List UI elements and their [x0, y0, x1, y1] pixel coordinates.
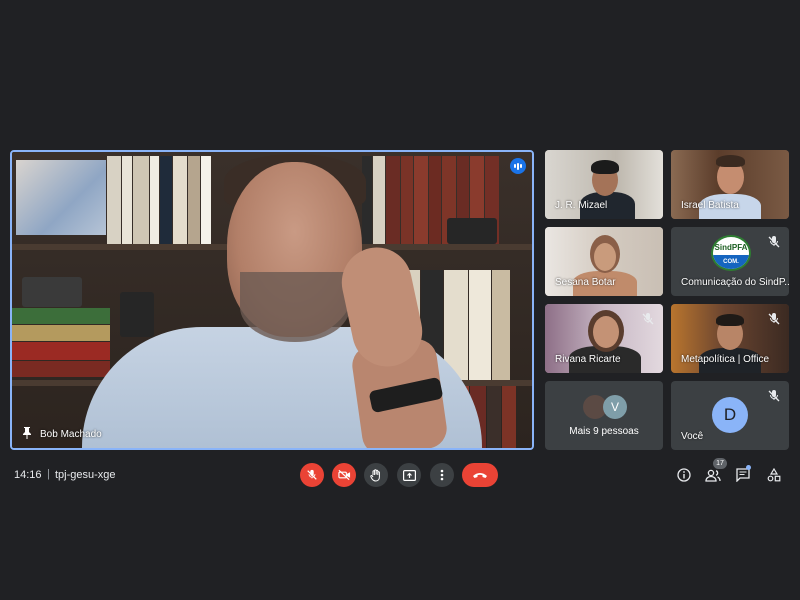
participant-name: J. R. Mizael [555, 200, 608, 211]
sindpfa-logo: SindPFA COM. [711, 235, 751, 271]
more-options-button[interactable] [430, 463, 454, 487]
participant-tile[interactable]: Israel Batista [671, 150, 789, 219]
present-screen-button[interactable] [397, 463, 421, 487]
participant-face [593, 316, 619, 348]
more-participants-label: Mais 9 pessoas [569, 426, 639, 437]
more-participants-tile[interactable]: V Mais 9 pessoas [545, 381, 663, 450]
activities-icon [767, 468, 781, 482]
participant-tile[interactable]: SindPFA COM. Comunicação do SindP... [671, 227, 789, 296]
mic-off-icon [307, 469, 317, 480]
activities-button[interactable] [765, 466, 783, 484]
meeting-time: 14:16 [14, 469, 42, 481]
participant-face [594, 243, 616, 271]
camera-off-icon [337, 469, 350, 481]
separator: | [47, 468, 50, 480]
participant-hair [591, 160, 619, 174]
participant-name: Bob Machado [40, 429, 102, 440]
speaker-beard [240, 272, 350, 342]
more-options-icon [440, 469, 444, 481]
logo-text: SindPFA [714, 243, 748, 252]
participant-name: Metapolítica | Office [681, 354, 770, 365]
pin-icon[interactable] [22, 427, 32, 439]
speaking-indicator-icon [510, 158, 526, 174]
mic-muted-icon [642, 313, 654, 325]
participant-name: Rivana Ricarte [555, 354, 621, 365]
info-icon [677, 468, 691, 482]
main-speaker-tile[interactable]: Bob Machado [10, 150, 534, 450]
mic-muted-icon [768, 236, 780, 248]
participant-tile[interactable]: Sesana Botar [545, 227, 663, 296]
logo-subtext: COM. [713, 255, 749, 269]
raise-hand-icon [370, 468, 380, 482]
self-avatar: D [712, 397, 748, 433]
mic-muted-icon [768, 313, 780, 325]
chat-icon [736, 468, 750, 482]
participant-avatar: V [603, 395, 627, 419]
meeting-code: tpj-gesu-xge [55, 469, 116, 481]
mic-toggle-button[interactable] [300, 463, 324, 487]
books-top-left [107, 156, 212, 244]
participant-name: Comunicação do SindP... [681, 277, 789, 288]
mic-muted-icon [768, 390, 780, 402]
unread-dot [746, 465, 751, 470]
people-icon [705, 469, 721, 482]
meeting-details-button[interactable] [675, 466, 693, 484]
photo-frame [16, 160, 106, 235]
participant-tile[interactable]: Rivana Ricarte [545, 304, 663, 373]
camera-toggle-button[interactable] [332, 463, 356, 487]
participant-name: Israel Batista [681, 200, 739, 211]
participant-tile[interactable]: Metapolítica | Office [671, 304, 789, 373]
participant-hair [716, 155, 745, 167]
participant-name: Você [681, 431, 704, 442]
participant-hair [716, 314, 744, 326]
books-stack-left [12, 308, 110, 378]
end-call-icon [473, 473, 487, 478]
old-camera [120, 292, 154, 337]
self-view-tile[interactable]: D Você [671, 381, 789, 450]
raise-hand-button[interactable] [364, 463, 388, 487]
participant-name: Sesana Botar [555, 277, 616, 288]
participant-tile[interactable]: J. R. Mizael [545, 150, 663, 219]
end-call-button[interactable] [462, 463, 498, 487]
present-screen-icon [402, 469, 416, 481]
people-count-badge: 17 [713, 458, 727, 469]
camera-object [447, 218, 497, 244]
vintage-camera [22, 277, 82, 307]
